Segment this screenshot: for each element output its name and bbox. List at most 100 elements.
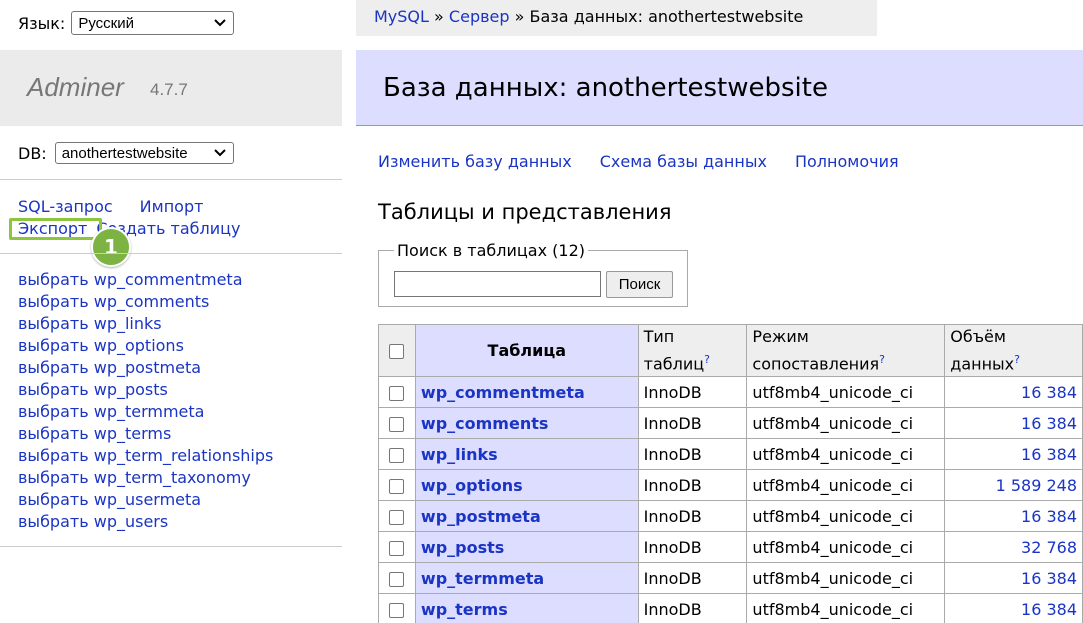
table-size-link[interactable]: 32 768 [1021,538,1077,557]
table-size-link[interactable]: 16 384 [1021,507,1077,526]
sidebar-item-wp-terms[interactable]: выбрать wp_terms [18,424,171,443]
column-header-collation: Режим сопоставления? [746,324,946,377]
sidebar-table-list: выбрать wp_commentmeta выбрать wp_commen… [18,269,273,533]
select-all-checkbox[interactable] [389,344,405,359]
row-checkbox[interactable] [389,509,405,525]
table-size-cell: 16 384 [944,438,1083,470]
column-header-table[interactable]: Таблица [414,324,639,377]
size-header-line2: данных [950,354,1015,374]
row-checkbox[interactable] [389,385,405,401]
table-row: wp_terms InnoDB utf8mb4_unicode_ci 16 38… [378,593,1083,623]
table-size-link[interactable]: 16 384 [1021,445,1077,464]
table-row: wp_commentmeta InnoDB utf8mb4_unicode_ci… [378,376,1083,408]
sidebar-item-wp-links[interactable]: выбрать wp_links [18,314,162,333]
sidebar-item-wp-options[interactable]: выбрать wp_options [18,336,184,355]
row-checkbox[interactable] [389,602,405,618]
table-name-link[interactable]: wp_postmeta [421,507,541,526]
sidebar-item-wp-posts[interactable]: выбрать wp_posts [18,380,168,399]
table-engine: InnoDB [637,438,748,470]
column-header-engine: Тип таблиц? [637,324,748,377]
sidebar-item-wp-termmeta[interactable]: выбрать wp_termmeta [18,402,204,421]
table-row: wp_postmeta InnoDB utf8mb4_unicode_ci 16… [378,500,1083,532]
sidebar-item-wp-term-taxonomy[interactable]: выбрать wp_term_taxonomy [18,468,251,487]
breadcrumb-separator: » [514,7,525,26]
row-checkbox[interactable] [389,571,405,587]
table-name-link[interactable]: wp_comments [421,414,548,433]
table-size-link[interactable]: 1 589 248 [996,476,1077,495]
brand-version[interactable]: 4.7.7 [150,80,188,100]
size-header-line1: Объём [950,327,1006,347]
table-collation: utf8mb4_unicode_ci [746,407,946,439]
table-name-cell: wp_postmeta [414,500,639,532]
table-size-link[interactable]: 16 384 [1021,383,1077,402]
help-link[interactable]: ? [879,353,885,366]
table-collation: utf8mb4_unicode_ci [746,500,946,532]
section-title: Таблицы и представления [378,200,672,224]
table-name-cell: wp_links [414,438,639,470]
row-checkbox[interactable] [389,447,405,463]
table-size-cell: 16 384 [944,593,1083,623]
help-link[interactable]: ? [704,353,710,366]
brand-name[interactable]: Adminer [27,72,124,103]
db-value: anothertestwebsite [61,144,188,162]
table-name-link[interactable]: wp_posts [421,538,504,557]
search-button[interactable]: Поиск [606,271,673,298]
language-value: Русский [78,14,134,32]
breadcrumb-mysql[interactable]: MySQL [374,7,429,26]
table-name-cell: wp_comments [414,407,639,439]
collation-header-line2: сопоставления [752,354,880,374]
row-checkbox-cell [378,469,416,501]
breadcrumb-current: База данных: anothertestwebsite [529,7,804,26]
search-input[interactable] [394,271,601,297]
database-schema-link[interactable]: Схема базы данных [600,152,767,171]
table-size-cell: 1 589 248 [944,469,1083,501]
alter-database-link[interactable]: Изменить базу данных [378,152,572,171]
chevron-down-icon [213,148,227,158]
table-collation: utf8mb4_unicode_ci [746,469,946,501]
row-checkbox[interactable] [389,478,405,494]
import-link[interactable]: Импорт [140,197,204,216]
db-select[interactable]: anothertestwebsite [54,142,234,164]
select-all-cell [378,324,416,377]
sidebar-item-wp-users[interactable]: выбрать wp_users [18,512,168,531]
language-label: Язык: [18,13,66,33]
column-header-size: Объём данных? [944,324,1083,377]
table-name-link[interactable]: wp_links [421,445,498,464]
privileges-link[interactable]: Полномочия [795,152,899,171]
row-checkbox[interactable] [389,540,405,556]
engine-header-line2: таблиц [643,354,705,374]
table-size-link[interactable]: 16 384 [1021,414,1077,433]
table-name-link[interactable]: wp_terms [421,600,508,619]
table-engine: InnoDB [637,407,748,439]
table-size-cell: 16 384 [944,500,1083,532]
table-row: wp_termmeta InnoDB utf8mb4_unicode_ci 16… [378,562,1083,594]
table-collation: utf8mb4_unicode_ci [746,562,946,594]
sidebar-item-wp-term-relationships[interactable]: выбрать wp_term_relationships [18,446,273,465]
help-link[interactable]: ? [1014,353,1020,366]
table-name-link[interactable]: wp_termmeta [421,569,544,588]
table-size-link[interactable]: 16 384 [1021,600,1077,619]
breadcrumb-server[interactable]: Сервер [449,7,510,26]
sidebar-item-wp-usermeta[interactable]: выбрать wp_usermeta [18,490,201,509]
sql-query-link[interactable]: SQL-запрос [18,197,113,216]
table-row: wp_options InnoDB utf8mb4_unicode_ci 1 5… [378,469,1083,501]
table-size-link[interactable]: 16 384 [1021,569,1077,588]
search-legend: Поиск в таблицах (12) [394,241,588,260]
table-engine: InnoDB [637,531,748,563]
row-checkbox[interactable] [389,416,405,432]
language-select[interactable]: Русский [71,11,235,35]
divider [0,546,342,547]
table-name-link[interactable]: wp_options [421,476,523,495]
table-name-link[interactable]: wp_commentmeta [421,383,585,402]
export-highlight [9,218,102,240]
divider [0,179,342,180]
chevron-down-icon [213,18,227,28]
sidebar-item-wp-commentmeta[interactable]: выбрать wp_commentmeta [18,270,243,289]
sidebar-item-wp-comments[interactable]: выбрать wp_comments [18,292,209,311]
sidebar-item-wp-postmeta[interactable]: выбрать wp_postmeta [18,358,201,377]
row-checkbox-cell [378,531,416,563]
database-actions: Изменить базу данных Схема базы данных Пол… [378,152,927,171]
language-selector: Язык: Русский [18,11,235,35]
table-engine: InnoDB [637,500,748,532]
table-row: wp_posts InnoDB utf8mb4_unicode_ci 32 76… [378,531,1083,563]
